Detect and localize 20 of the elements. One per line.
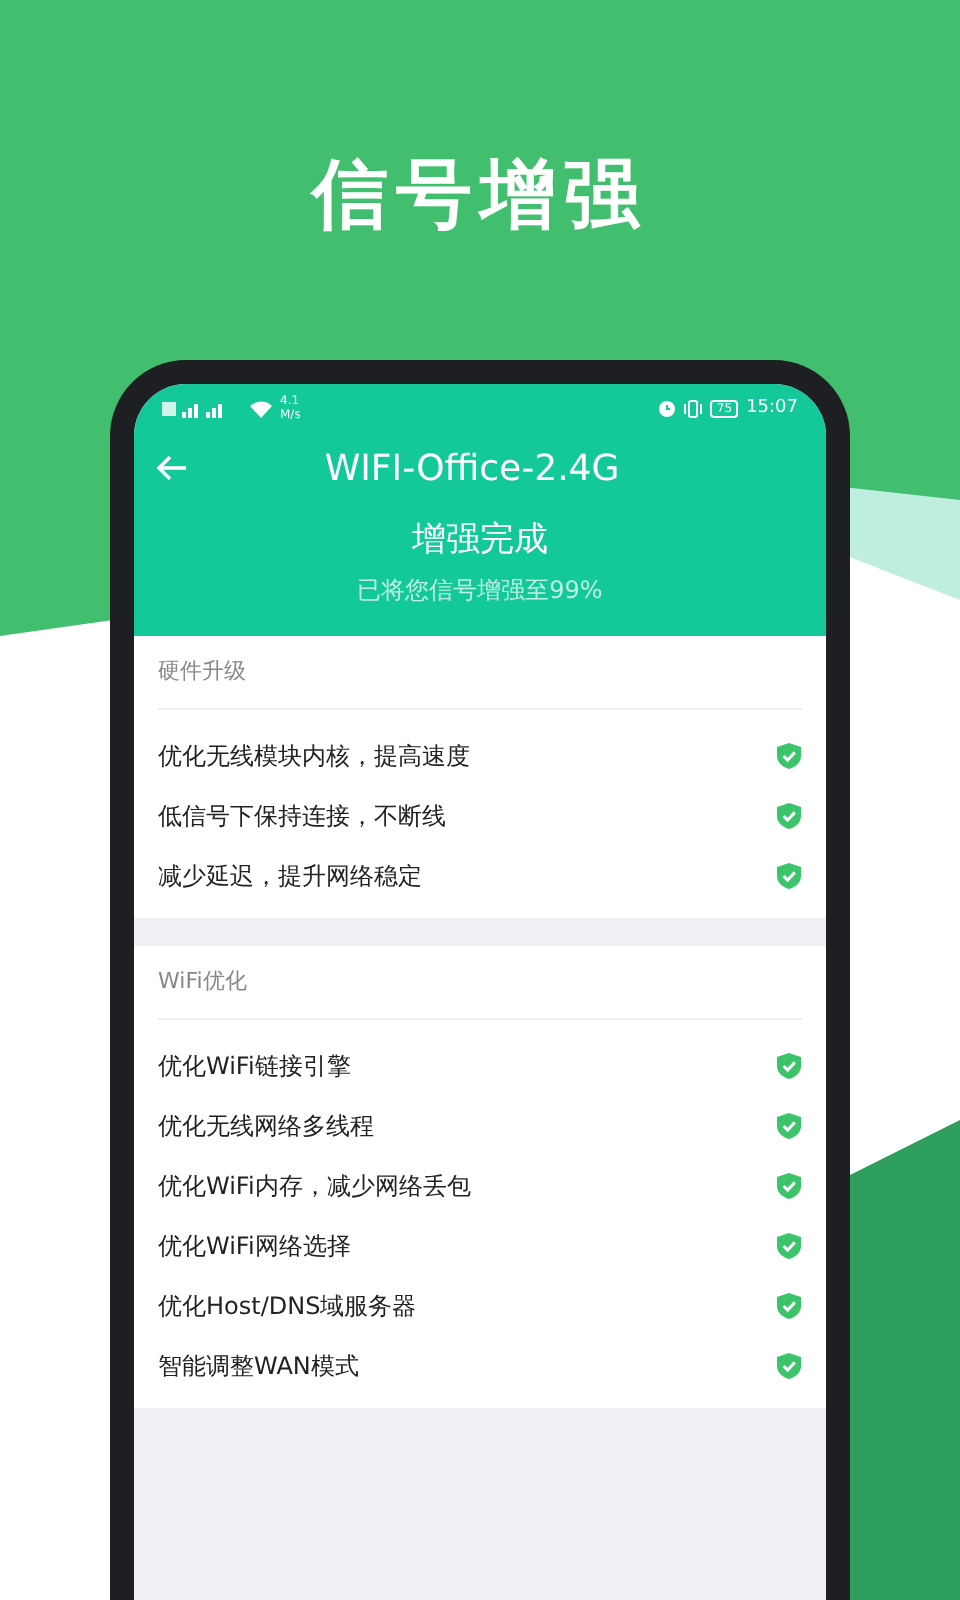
network-name: WIFI-Office-2.4G: [322, 447, 622, 489]
wifi-icon: [250, 399, 272, 417]
optimization-item: 优化无线网络多线程: [158, 1109, 374, 1143]
clock: 15:07: [746, 398, 798, 418]
optimization-item: 减少延迟，提升网络稳定: [158, 859, 422, 893]
optimization-item: 智能调整WAN模式: [158, 1349, 359, 1383]
optimization-item: 优化WiFi内存，减少网络丢包: [158, 1169, 471, 1203]
headline: 信号增强: [312, 148, 648, 242]
optimization-item: 优化WiFi网络选择: [158, 1229, 351, 1263]
alarm-icon: [658, 399, 677, 417]
section-title: WiFi优化: [158, 968, 247, 994]
vibrate-icon: [684, 399, 703, 417]
optimization-item: 低信号下保持连接，不断线: [158, 799, 446, 833]
section-title: 硬件升级: [158, 658, 246, 684]
back-arrow-icon[interactable]: [154, 450, 190, 486]
optimization-item: 优化WiFi链接引擎: [158, 1049, 351, 1083]
optimization-item: 优化无线模块内核，提高速度: [158, 739, 470, 773]
optimization-item: 优化Host/DNS域服务器: [158, 1289, 417, 1323]
boost-status: 增强完成: [410, 518, 550, 562]
boost-result: 已将您信号增强至99%: [355, 574, 605, 608]
